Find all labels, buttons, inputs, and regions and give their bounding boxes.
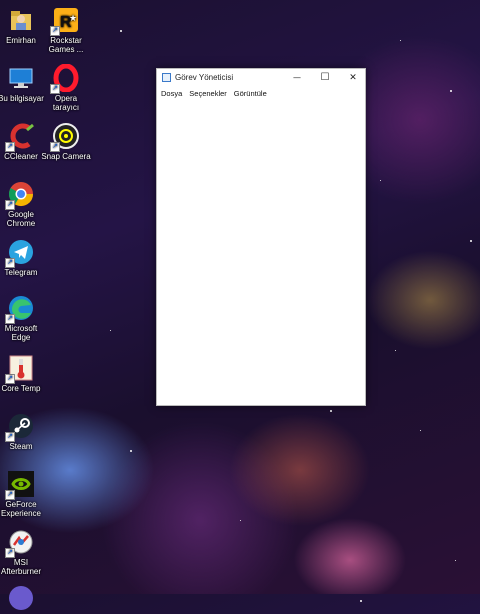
shortcut-arrow-icon: ↗ xyxy=(5,374,15,384)
shortcut-arrow-icon: ↗ xyxy=(5,490,15,500)
desktop-icon-label: MSI Afterburner xyxy=(0,558,42,576)
desktop-icon-emirhan[interactable]: Emirhan xyxy=(0,6,46,45)
desktop-icon-msi[interactable]: ↗ MSI Afterburner xyxy=(0,528,46,576)
svg-text:★: ★ xyxy=(69,13,77,23)
window-title: Görev Yöneticisi xyxy=(175,73,234,82)
shortcut-arrow-icon: ↗ xyxy=(50,84,60,94)
ccleaner-icon: ↗ xyxy=(5,122,35,152)
desktop-icon-label: CCleaner xyxy=(4,152,38,161)
rockstar-icon: R ★ ↗ xyxy=(50,6,80,36)
menu-bar: Dosya Seçenekler Görüntüle xyxy=(157,86,365,100)
desktop-icon-label: Emirhan xyxy=(6,36,36,45)
desktop-icon-label: GeForce Experience xyxy=(0,500,42,518)
menu-goruntule[interactable]: Görüntüle xyxy=(234,89,267,98)
desktop-icon-label: Rockstar Games ... xyxy=(48,36,84,54)
maximize-icon: ☐ xyxy=(320,72,330,83)
maximize-button[interactable]: ☐ xyxy=(311,69,339,86)
title-bar[interactable]: Görev Yöneticisi — ☐ ✕ xyxy=(157,69,365,86)
menu-secenekler[interactable]: Seçenekler xyxy=(189,89,227,98)
task-manager-icon xyxy=(162,73,171,82)
desktop-icon-label: Opera tarayıcı xyxy=(52,94,80,112)
shortcut-arrow-icon: ↗ xyxy=(5,314,15,324)
desktop-icon-partial[interactable] xyxy=(0,584,46,614)
minimize-icon: — xyxy=(293,73,301,82)
desktop-icon-label: Steam xyxy=(9,442,33,451)
app-icon xyxy=(7,584,35,612)
snap-camera-icon: ↗ xyxy=(50,122,80,152)
desktop-icon-label: Core Temp xyxy=(1,384,41,393)
close-button[interactable]: ✕ xyxy=(339,69,367,86)
chrome-icon: ↗ xyxy=(5,180,35,210)
user-folder-icon xyxy=(7,6,35,34)
desktop-icon-google-chrome[interactable]: ↗ Google Chrome xyxy=(0,180,46,228)
shortcut-arrow-icon: ↗ xyxy=(50,26,60,36)
desktop-icon-opera[interactable]: ↗ Opera tarayıcı xyxy=(41,63,91,112)
desktop-icon-geforce[interactable]: ↗ GeForce Experience xyxy=(0,470,46,518)
desktop-icon-label: Telegram xyxy=(4,268,38,277)
steam-icon: ↗ xyxy=(5,412,35,442)
shortcut-arrow-icon: ↗ xyxy=(5,548,15,558)
close-icon: ✕ xyxy=(349,72,357,83)
msi-afterburner-icon: ↗ xyxy=(5,528,35,558)
computer-icon xyxy=(7,64,35,92)
edge-icon: ↗ xyxy=(5,294,35,324)
shortcut-arrow-icon: ↗ xyxy=(5,142,15,152)
desktop-icon-label: Snap Camera xyxy=(41,152,91,161)
desktop-icon-rockstar[interactable]: R ★ ↗ Rockstar Games ... xyxy=(41,6,91,54)
desktop-icon-label: Microsoft Edge xyxy=(4,324,38,342)
desktop-icon-label: Bu bilgisayar xyxy=(0,94,44,103)
menu-dosya[interactable]: Dosya xyxy=(161,89,182,98)
desktop-icon-ccleaner[interactable]: ↗ CCleaner xyxy=(0,122,46,161)
minimize-button[interactable]: — xyxy=(283,69,311,86)
shortcut-arrow-icon: ↗ xyxy=(5,258,15,268)
desktop-icon-core-temp[interactable]: ↗ Core Temp xyxy=(0,354,46,393)
desktop-icon-snap-camera[interactable]: ↗ Snap Camera xyxy=(41,122,91,161)
nvidia-icon: ↗ xyxy=(5,470,35,500)
shortcut-arrow-icon: ↗ xyxy=(5,432,15,442)
telegram-icon: ↗ xyxy=(5,238,35,268)
thermometer-icon: ↗ xyxy=(5,354,35,384)
window-content-area xyxy=(157,100,365,405)
shortcut-arrow-icon: ↗ xyxy=(50,142,60,152)
task-manager-window[interactable]: Görev Yöneticisi — ☐ ✕ Dosya Seçenekler … xyxy=(156,68,366,406)
desktop-icon-bu-bilgisayar[interactable]: Bu bilgisayar xyxy=(0,64,46,103)
desktop-icon-steam[interactable]: ↗ Steam xyxy=(0,412,46,451)
shortcut-arrow-icon: ↗ xyxy=(5,200,15,210)
desktop-icon-microsoft-edge[interactable]: ↗ Microsoft Edge xyxy=(0,294,46,342)
desktop-icon-label: Google Chrome xyxy=(6,210,36,228)
opera-icon: ↗ xyxy=(50,63,80,94)
desktop-icon-telegram[interactable]: ↗ Telegram xyxy=(0,238,46,277)
